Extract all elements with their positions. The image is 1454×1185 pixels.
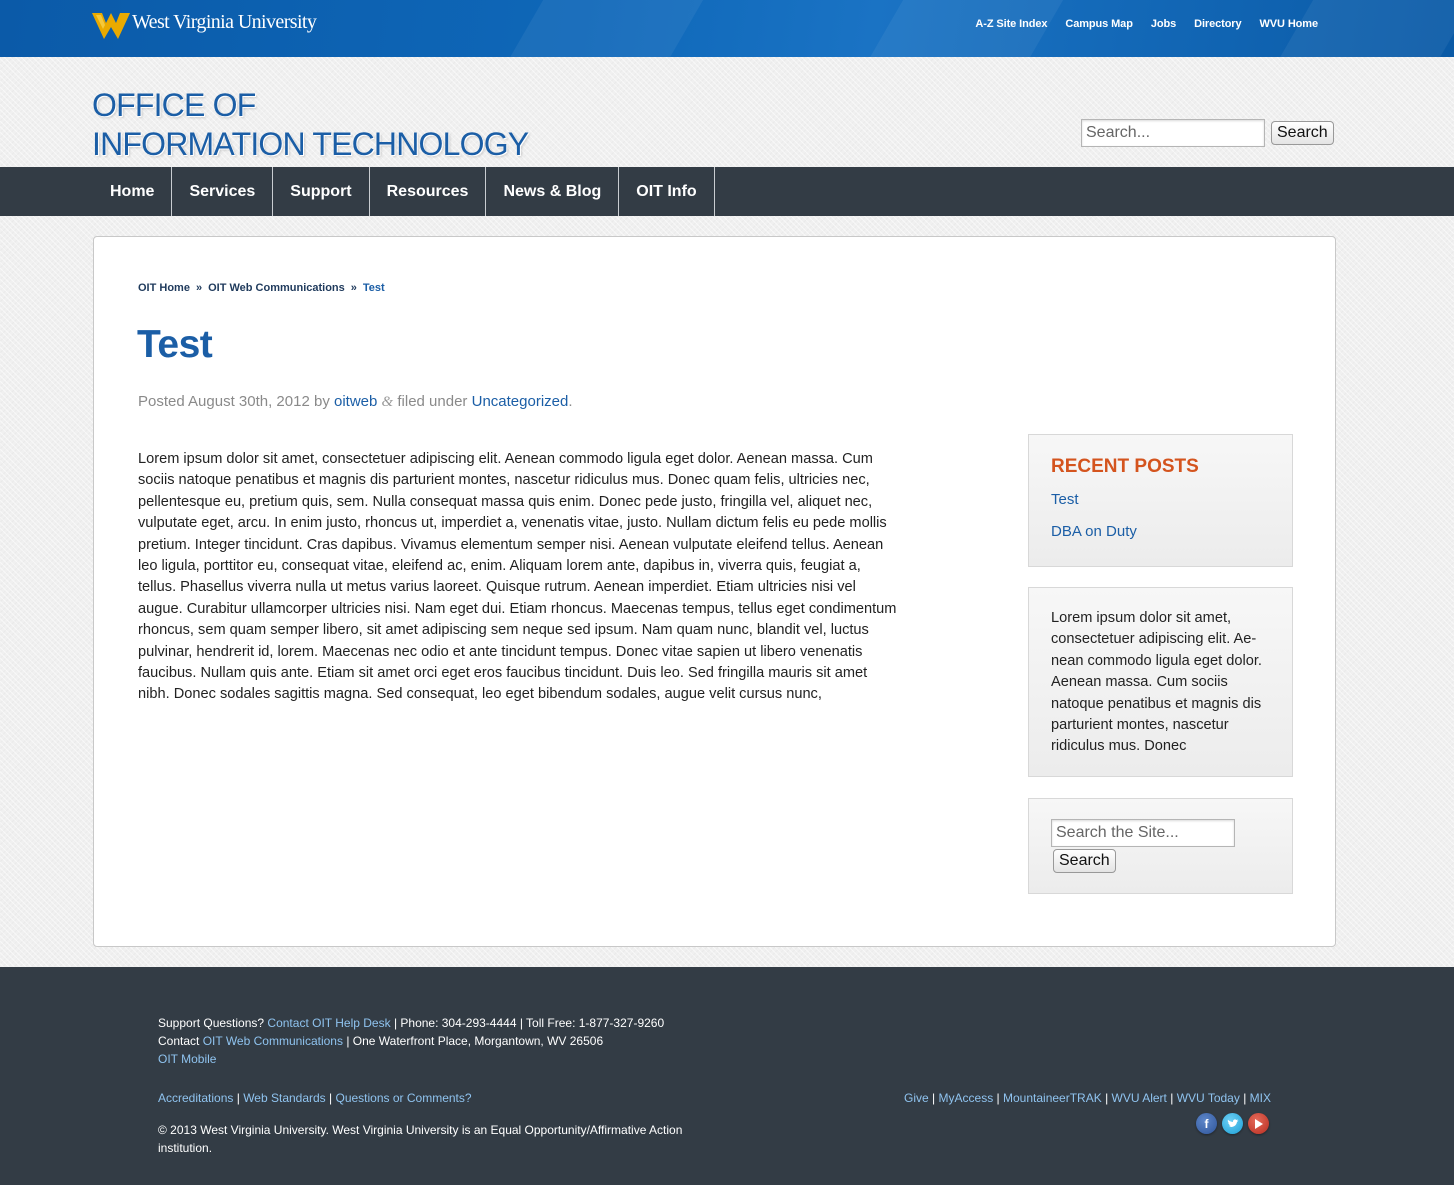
give-link[interactable]: Give [904,1091,929,1105]
breadcrumb-separator: » [350,282,357,294]
nav-item-oit-info[interactable]: OIT Info [619,167,715,216]
social-links: f [1196,1113,1269,1134]
footer-support-line: Support Questions? Contact OIT Help Desk… [158,1016,664,1030]
nav-item-news-blog[interactable]: News & Blog [486,167,620,216]
site-title[interactable]: OFFICE OF INFORMATION TECHNOLOGY [92,86,529,164]
site-title-line2: INFORMATION TECHNOLOGY [92,126,529,162]
footer-right-links: Give | MyAccess | MountaineerTRAK | WVU … [904,1091,1271,1105]
footer: Support Questions? Contact OIT Help Desk… [0,967,1454,1185]
contact-label: Contact [158,1034,200,1048]
directory-link[interactable]: Directory [1194,18,1242,30]
link-divider: | [996,1091,1000,1105]
recent-posts-widget: RECENT POSTS Test DBA on Duty [1028,434,1293,567]
site-title-line1: OFFICE OF [92,87,256,123]
nav-item-services[interactable]: Services [172,167,274,216]
header-search-input[interactable] [1081,119,1265,147]
link-divider: | [932,1091,936,1105]
recent-post-link[interactable]: DBA on Duty [1051,523,1137,540]
decorative-stripe [485,0,715,57]
wvu-home-link[interactable]: WVU Home [1260,18,1319,30]
support-label: Support Questions? [158,1016,265,1030]
address-text: | One Waterfront Place, Morgantown, WV 2… [346,1034,604,1048]
utility-links: A-Z Site Index Campus Map Jobs Directory… [975,18,1318,30]
text-widget-content: Lorem ipsum dolor sit amet, consectetuer… [1051,610,1262,755]
phone-text: | Phone: 304-293-4444 | Toll Free: 1-877… [393,1016,665,1030]
facebook-icon[interactable]: f [1196,1113,1217,1134]
link-divider: | [1243,1091,1247,1105]
post-date: Posted August 30th, 2012 by [138,393,330,410]
questions-comments-link[interactable]: Questions or Comments? [336,1091,472,1105]
mountaineertrak-link[interactable]: MountaineerTRAK [1003,1091,1102,1105]
footer-mobile-line: OIT Mobile [158,1052,216,1066]
breadcrumb-current: Test [362,282,385,294]
web-standards-link[interactable]: Web Standards [243,1091,326,1105]
nav-item-home[interactable]: Home [93,167,173,216]
contact-helpdesk-link[interactable]: Contact OIT Help Desk [267,1016,390,1030]
accreditations-link[interactable]: Accreditations [158,1091,233,1105]
meta-period: . [568,393,573,410]
post-meta: Posted August 30th, 2012 by oitweb & fil… [138,393,573,411]
wvu-flying-wv-icon [92,13,130,39]
az-site-index-link[interactable]: A-Z Site Index [975,18,1047,30]
breadcrumb: OIT Home » OIT Web Communications » Test [138,282,385,294]
campus-map-link[interactable]: Campus Map [1065,18,1133,30]
post-body: Lorem ipsum dolor sit amet, consectetuer… [138,451,897,703]
wvu-alert-link[interactable]: WVU Alert [1112,1091,1167,1105]
recent-post-link[interactable]: Test [1051,491,1137,508]
footer-left-links: Accreditations | Web Standards | Questio… [158,1091,472,1105]
post-author-link[interactable]: oitweb [334,393,377,410]
link-divider: | [329,1091,333,1105]
wvu-today-link[interactable]: WVU Today [1177,1091,1240,1105]
web-communications-link[interactable]: OIT Web Communications [203,1034,343,1048]
myaccess-link[interactable]: MyAccess [939,1091,994,1105]
link-divider: | [1105,1091,1109,1105]
header-search: Search [1081,119,1334,147]
filed-under-label: filed under [397,393,468,410]
oit-mobile-link[interactable]: OIT Mobile [158,1052,216,1066]
wvu-logo[interactable]: West Virginia University [92,9,317,41]
sidebar-search-button[interactable]: Search [1053,849,1116,873]
breadcrumb-oit-home[interactable]: OIT Home [138,282,190,294]
ampersand-icon: & [381,394,394,410]
recent-posts-title: RECENT POSTS [1051,456,1199,477]
post-title: Test [137,323,213,366]
footer-contact-line: Contact OIT Web Communications | One Wat… [158,1034,603,1048]
university-name: West Virginia University [132,10,317,33]
mix-link[interactable]: MIX [1250,1091,1271,1105]
link-divider: | [1170,1091,1174,1105]
post-category-link[interactable]: Uncategorized [472,393,569,410]
twitter-icon[interactable] [1222,1113,1243,1134]
sidebar-search-widget: Search [1028,798,1293,894]
sidebar-search-input[interactable] [1051,819,1235,847]
nav-item-resources[interactable]: Resources [370,167,487,216]
copyright-text: © 2013 West Virginia University. West Vi… [158,1123,683,1155]
nav-item-support[interactable]: Support [273,167,370,216]
text-widget: Lorem ipsum dolor sit amet, consectetuer… [1028,587,1293,777]
link-divider: | [236,1091,240,1105]
youtube-icon[interactable] [1248,1113,1269,1134]
jobs-link[interactable]: Jobs [1151,18,1176,30]
top-bar: West Virginia University A-Z Site Index … [0,0,1454,57]
main-nav: Home Services Support Resources News & B… [0,167,1454,216]
content-card: OIT Home » OIT Web Communications » Test… [93,236,1336,947]
breadcrumb-separator: » [195,282,203,294]
breadcrumb-web-communications[interactable]: OIT Web Communications [208,282,345,294]
header-search-button[interactable]: Search [1271,121,1334,145]
